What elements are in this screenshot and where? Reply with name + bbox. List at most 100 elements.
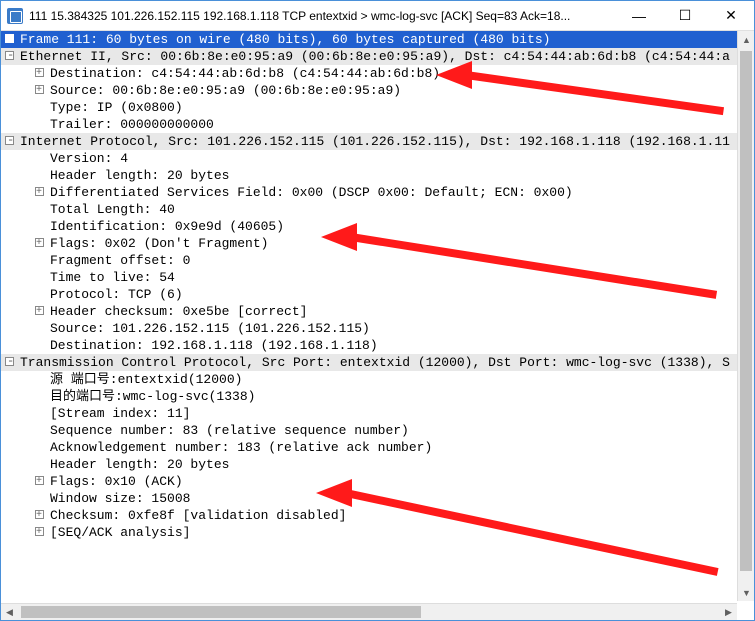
- close-button[interactable]: ✕: [708, 1, 754, 31]
- spacer-icon: [35, 408, 44, 417]
- tree-row[interactable]: 目的端口号:wmc-log-svc(1338): [1, 388, 754, 405]
- ip-identification: Identification: 0x9e9d (40605): [50, 219, 284, 234]
- horizontal-scrollbar[interactable]: ◀ ▶: [1, 603, 737, 620]
- eth-type: Type: IP (0x0800): [50, 100, 183, 115]
- expand-icon[interactable]: [35, 527, 44, 536]
- ip-ttl: Time to live: 54: [50, 270, 175, 285]
- app-icon: [7, 8, 23, 24]
- tree-row[interactable]: Source: 101.226.152.115 (101.226.152.115…: [1, 320, 754, 337]
- tree-row[interactable]: Header checksum: 0xe5be [correct]: [1, 303, 754, 320]
- tcp-window: Window size: 15008: [50, 491, 190, 506]
- scrollbar-thumb[interactable]: [21, 606, 421, 618]
- ip-total-length: Total Length: 40: [50, 202, 175, 217]
- scroll-down-icon[interactable]: ▼: [738, 584, 755, 601]
- window-title: 111 15.384325 101.226.152.115 192.168.1.…: [29, 9, 616, 23]
- tree-row[interactable]: Type: IP (0x0800): [1, 99, 754, 116]
- tcp-stream: [Stream index: 11]: [50, 406, 190, 421]
- tcp-flags: Flags: 0x10 (ACK): [50, 474, 183, 489]
- eth-trailer: Trailer: 000000000000: [50, 117, 214, 132]
- ip-checksum: Header checksum: 0xe5be [correct]: [50, 304, 307, 319]
- tree-row[interactable]: Acknowledgement number: 183 (relative ac…: [1, 439, 754, 456]
- tcp-header-length: Header length: 20 bytes: [50, 457, 229, 472]
- expand-icon[interactable]: [35, 510, 44, 519]
- frame-summary: Frame 111: 60 bytes on wire (480 bits), …: [20, 32, 551, 47]
- scroll-right-icon[interactable]: ▶: [720, 604, 737, 621]
- tree-row[interactable]: Header length: 20 bytes: [1, 167, 754, 184]
- tcp-summary: Transmission Control Protocol, Src Port:…: [20, 355, 730, 370]
- tree-row[interactable]: Checksum: 0xfe8f [validation disabled]: [1, 507, 754, 524]
- ip-header[interactable]: Internet Protocol, Src: 101.226.152.115 …: [1, 133, 754, 150]
- collapse-icon[interactable]: [5, 136, 14, 145]
- tcp-header[interactable]: Transmission Control Protocol, Src Port:…: [1, 354, 754, 371]
- collapse-icon[interactable]: [5, 51, 14, 60]
- titlebar: 111 15.384325 101.226.152.115 192.168.1.…: [1, 1, 754, 31]
- tree-row[interactable]: [Stream index: 11]: [1, 405, 754, 422]
- collapse-icon[interactable]: [5, 357, 14, 366]
- tree-row[interactable]: Source: 00:6b:8e:e0:95:a9 (00:6b:8e:e0:9…: [1, 82, 754, 99]
- spacer-icon: [35, 340, 44, 349]
- scrollbar-thumb[interactable]: [740, 51, 752, 571]
- tree-row[interactable]: Fragment offset: 0: [1, 252, 754, 269]
- tree-row[interactable]: Differentiated Services Field: 0x00 (DSC…: [1, 184, 754, 201]
- spacer-icon: [35, 170, 44, 179]
- tree-row[interactable]: Flags: 0x10 (ACK): [1, 473, 754, 490]
- spacer-icon: [35, 391, 44, 400]
- ip-version: Version: 4: [50, 151, 128, 166]
- tree-row[interactable]: Total Length: 40: [1, 201, 754, 218]
- spacer-icon: [35, 459, 44, 468]
- tcp-ack: Acknowledgement number: 183 (relative ac…: [50, 440, 432, 455]
- tcp-seq-ack: [SEQ/ACK analysis]: [50, 525, 190, 540]
- ip-destination: Destination: 192.168.1.118 (192.168.1.11…: [50, 338, 378, 353]
- spacer-icon: [35, 289, 44, 298]
- eth-destination: Destination: c4:54:44:ab:6d:b8 (c4:54:44…: [50, 66, 440, 81]
- spacer-icon: [35, 323, 44, 332]
- minimize-button[interactable]: —: [616, 1, 662, 31]
- spacer-icon: [35, 119, 44, 128]
- frame-header[interactable]: Frame 111: 60 bytes on wire (480 bits), …: [1, 31, 754, 48]
- spacer-icon: [35, 102, 44, 111]
- tree-row[interactable]: Destination: 192.168.1.118 (192.168.1.11…: [1, 337, 754, 354]
- tree-row[interactable]: Version: 4: [1, 150, 754, 167]
- scroll-left-icon[interactable]: ◀: [1, 604, 18, 621]
- tree-row[interactable]: Identification: 0x9e9d (40605): [1, 218, 754, 235]
- tree-row[interactable]: Time to live: 54: [1, 269, 754, 286]
- expand-icon[interactable]: [35, 85, 44, 94]
- expand-icon[interactable]: [5, 34, 14, 43]
- ip-protocol: Protocol: TCP (6): [50, 287, 183, 302]
- tree-row[interactable]: Window size: 15008: [1, 490, 754, 507]
- vertical-scrollbar[interactable]: ▲ ▼: [737, 31, 754, 601]
- ethernet-summary: Ethernet II, Src: 00:6b:8e:e0:95:a9 (00:…: [20, 49, 730, 64]
- tcp-dst-port: 目的端口号:wmc-log-svc(1338): [50, 389, 255, 404]
- expand-icon[interactable]: [35, 306, 44, 315]
- tree-row[interactable]: Flags: 0x02 (Don't Fragment): [1, 235, 754, 252]
- expand-icon[interactable]: [35, 187, 44, 196]
- tree-row[interactable]: Protocol: TCP (6): [1, 286, 754, 303]
- tcp-checksum: Checksum: 0xfe8f [validation disabled]: [50, 508, 346, 523]
- ip-flags: Flags: 0x02 (Don't Fragment): [50, 236, 268, 251]
- ethernet-header[interactable]: Ethernet II, Src: 00:6b:8e:e0:95:a9 (00:…: [1, 48, 754, 65]
- ip-source: Source: 101.226.152.115 (101.226.152.115…: [50, 321, 370, 336]
- tree-row[interactable]: Destination: c4:54:44:ab:6d:b8 (c4:54:44…: [1, 65, 754, 82]
- tcp-src-port: 源 端口号:entextxid(12000): [50, 372, 242, 387]
- spacer-icon: [35, 272, 44, 281]
- maximize-button[interactable]: ☐: [662, 1, 708, 31]
- tree-row[interactable]: Trailer: 000000000000: [1, 116, 754, 133]
- expand-icon[interactable]: [35, 68, 44, 77]
- scroll-up-icon[interactable]: ▲: [738, 31, 755, 48]
- spacer-icon: [35, 425, 44, 434]
- spacer-icon: [35, 204, 44, 213]
- ip-fragment-offset: Fragment offset: 0: [50, 253, 190, 268]
- tree-row[interactable]: Sequence number: 83 (relative sequence n…: [1, 422, 754, 439]
- ip-header-length: Header length: 20 bytes: [50, 168, 229, 183]
- tree-row[interactable]: 源 端口号:entextxid(12000): [1, 371, 754, 388]
- spacer-icon: [35, 255, 44, 264]
- tcp-seq: Sequence number: 83 (relative sequence n…: [50, 423, 409, 438]
- tree-row[interactable]: Header length: 20 bytes: [1, 456, 754, 473]
- spacer-icon: [35, 374, 44, 383]
- tree-row[interactable]: [SEQ/ACK analysis]: [1, 524, 754, 541]
- expand-icon[interactable]: [35, 238, 44, 247]
- expand-icon[interactable]: [35, 476, 44, 485]
- ip-summary: Internet Protocol, Src: 101.226.152.115 …: [20, 134, 730, 149]
- packet-details-pane[interactable]: Frame 111: 60 bytes on wire (480 bits), …: [1, 31, 754, 601]
- eth-source: Source: 00:6b:8e:e0:95:a9 (00:6b:8e:e0:9…: [50, 83, 401, 98]
